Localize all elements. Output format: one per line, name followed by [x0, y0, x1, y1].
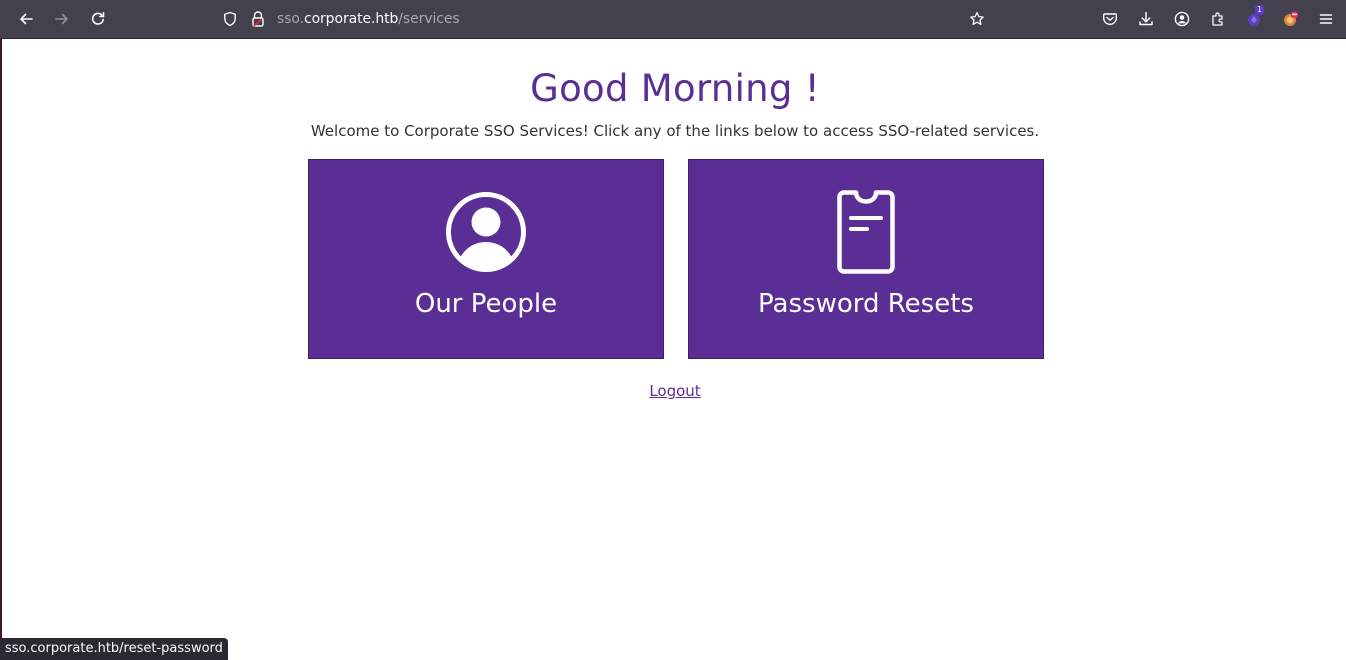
extensions-button[interactable]: [1205, 6, 1231, 32]
extension-orange-button[interactable]: [1277, 6, 1303, 32]
back-button[interactable]: [13, 6, 39, 32]
extension-purple-button[interactable]: 1: [1241, 5, 1267, 32]
password-resets-label: Password Resets: [758, 289, 974, 319]
account-button[interactable]: [1169, 6, 1195, 32]
url-subdomain: sso.: [277, 11, 304, 27]
lock-icon[interactable]: [250, 10, 266, 28]
status-bar-link-preview: sso.corporate.htb/reset-password: [0, 638, 228, 660]
url-text[interactable]: sso.corporate.htb/services: [277, 11, 460, 27]
browser-toolbar: sso.corporate.htb/services 1: [0, 0, 1346, 39]
bookmark-star-icon: [970, 11, 984, 26]
welcome-text: Welcome to Corporate SSO Services! Click…: [310, 122, 1040, 140]
app-menu-button[interactable]: [1313, 6, 1339, 32]
back-arrow-icon: [20, 13, 33, 25]
our-people-label: Our People: [414, 289, 558, 319]
extension-orange-icon: [1284, 11, 1298, 26]
url-domain: corporate.htb: [303, 11, 399, 27]
pocket-icon: [1103, 13, 1117, 25]
url-bar[interactable]: sso.corporate.htb/services: [212, 4, 1002, 34]
download-icon: [1139, 11, 1153, 26]
shield-icon[interactable]: [222, 11, 238, 27]
menu-icon: [1319, 14, 1333, 24]
person-circle-icon: [309, 190, 663, 274]
bookmark-button[interactable]: [964, 6, 990, 32]
extension-badge: 1: [1255, 5, 1265, 15]
our-people-card[interactable]: Our People: [308, 159, 664, 359]
browser-window: sso.corporate.htb/services 1 Good Mornin…: [0, 0, 1346, 660]
clipboard-device-icon: [689, 190, 1043, 274]
url-path: /services: [398, 11, 460, 27]
password-resets-card[interactable]: Password Resets: [688, 159, 1044, 359]
forward-arrow-icon: [55, 13, 68, 25]
reload-icon: [91, 12, 105, 25]
page-title: Good Morning !: [530, 67, 820, 110]
downloads-button[interactable]: [1133, 6, 1159, 32]
forward-button[interactable]: [49, 6, 75, 32]
account-icon: [1174, 11, 1190, 27]
pocket-button[interactable]: [1097, 6, 1123, 32]
logout-link[interactable]: Logout: [0, 381, 1346, 401]
reload-button[interactable]: [85, 6, 111, 32]
extensions-icon: [1212, 12, 1223, 26]
